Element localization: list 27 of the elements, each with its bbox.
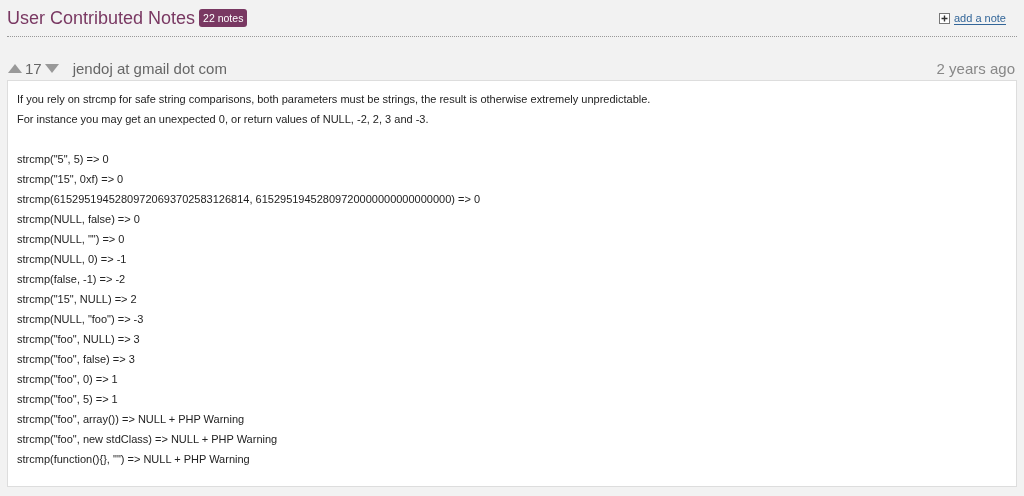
- vote-count: 17: [25, 59, 42, 77]
- note-text-line: strcmp("15", NULL) => 2: [17, 292, 138, 307]
- note-text-line: strcmp(NULL, "") => 0: [17, 232, 126, 247]
- add-note-link[interactable]: add a note: [954, 11, 1006, 25]
- notes-count-badge: 22 notes: [199, 9, 248, 27]
- note-text-line: strcmp(NULL, 0) => -1: [17, 252, 128, 267]
- vote-down-icon[interactable]: [44, 63, 59, 73]
- note-text-line: strcmp(false, -1) => -2: [17, 272, 127, 287]
- note-text-line: strcmp("foo", NULL) => 3: [17, 332, 141, 347]
- plus-icon: [939, 12, 950, 24]
- note-text-line: strcmp("foo", array()) => NULL + PHP Warning: [17, 412, 246, 427]
- note-text-line: strcmp(function(){}, "") => NULL + PHP Warning: [17, 452, 251, 467]
- note-text-line: strcmp("foo", 0) => 1: [17, 372, 119, 387]
- note-text-line: strcmp(NULL, false) => 0: [17, 212, 141, 227]
- note-text-line: For instance you may get an unexpected 0, or return values of NULL, -2, 2, 3 and -3.: [17, 112, 430, 127]
- note-text-line: strcmp(61529519452809720693702583126814, 61529519452809720000000000000000) => 0: [17, 192, 482, 207]
- note-author: jendoj at gmail dot com: [72, 59, 227, 77]
- vote-up-icon[interactable]: [8, 63, 22, 73]
- note-date: 2 years ago: [936, 59, 1015, 77]
- note-text-line: strcmp("5", 5) => 0: [17, 152, 110, 167]
- note-text-line: If you rely on strcmp for safe string comparisons, both parameters must be strings, the result is otherwise extremely unpredictable.: [17, 92, 652, 107]
- note-text-line: strcmp(NULL, "foo") => -3: [17, 312, 145, 327]
- note-text-line: strcmp("foo", new stdClass) => NULL + PHP Warning: [17, 432, 279, 447]
- note-text-line: strcmp("foo", false) => 3: [17, 352, 136, 367]
- note-text-line: strcmp("foo", 5) => 1: [17, 392, 119, 407]
- section-title: User Contributed Notes: [7, 7, 196, 29]
- note-text-line: strcmp("15", 0xf) => 0: [17, 172, 125, 187]
